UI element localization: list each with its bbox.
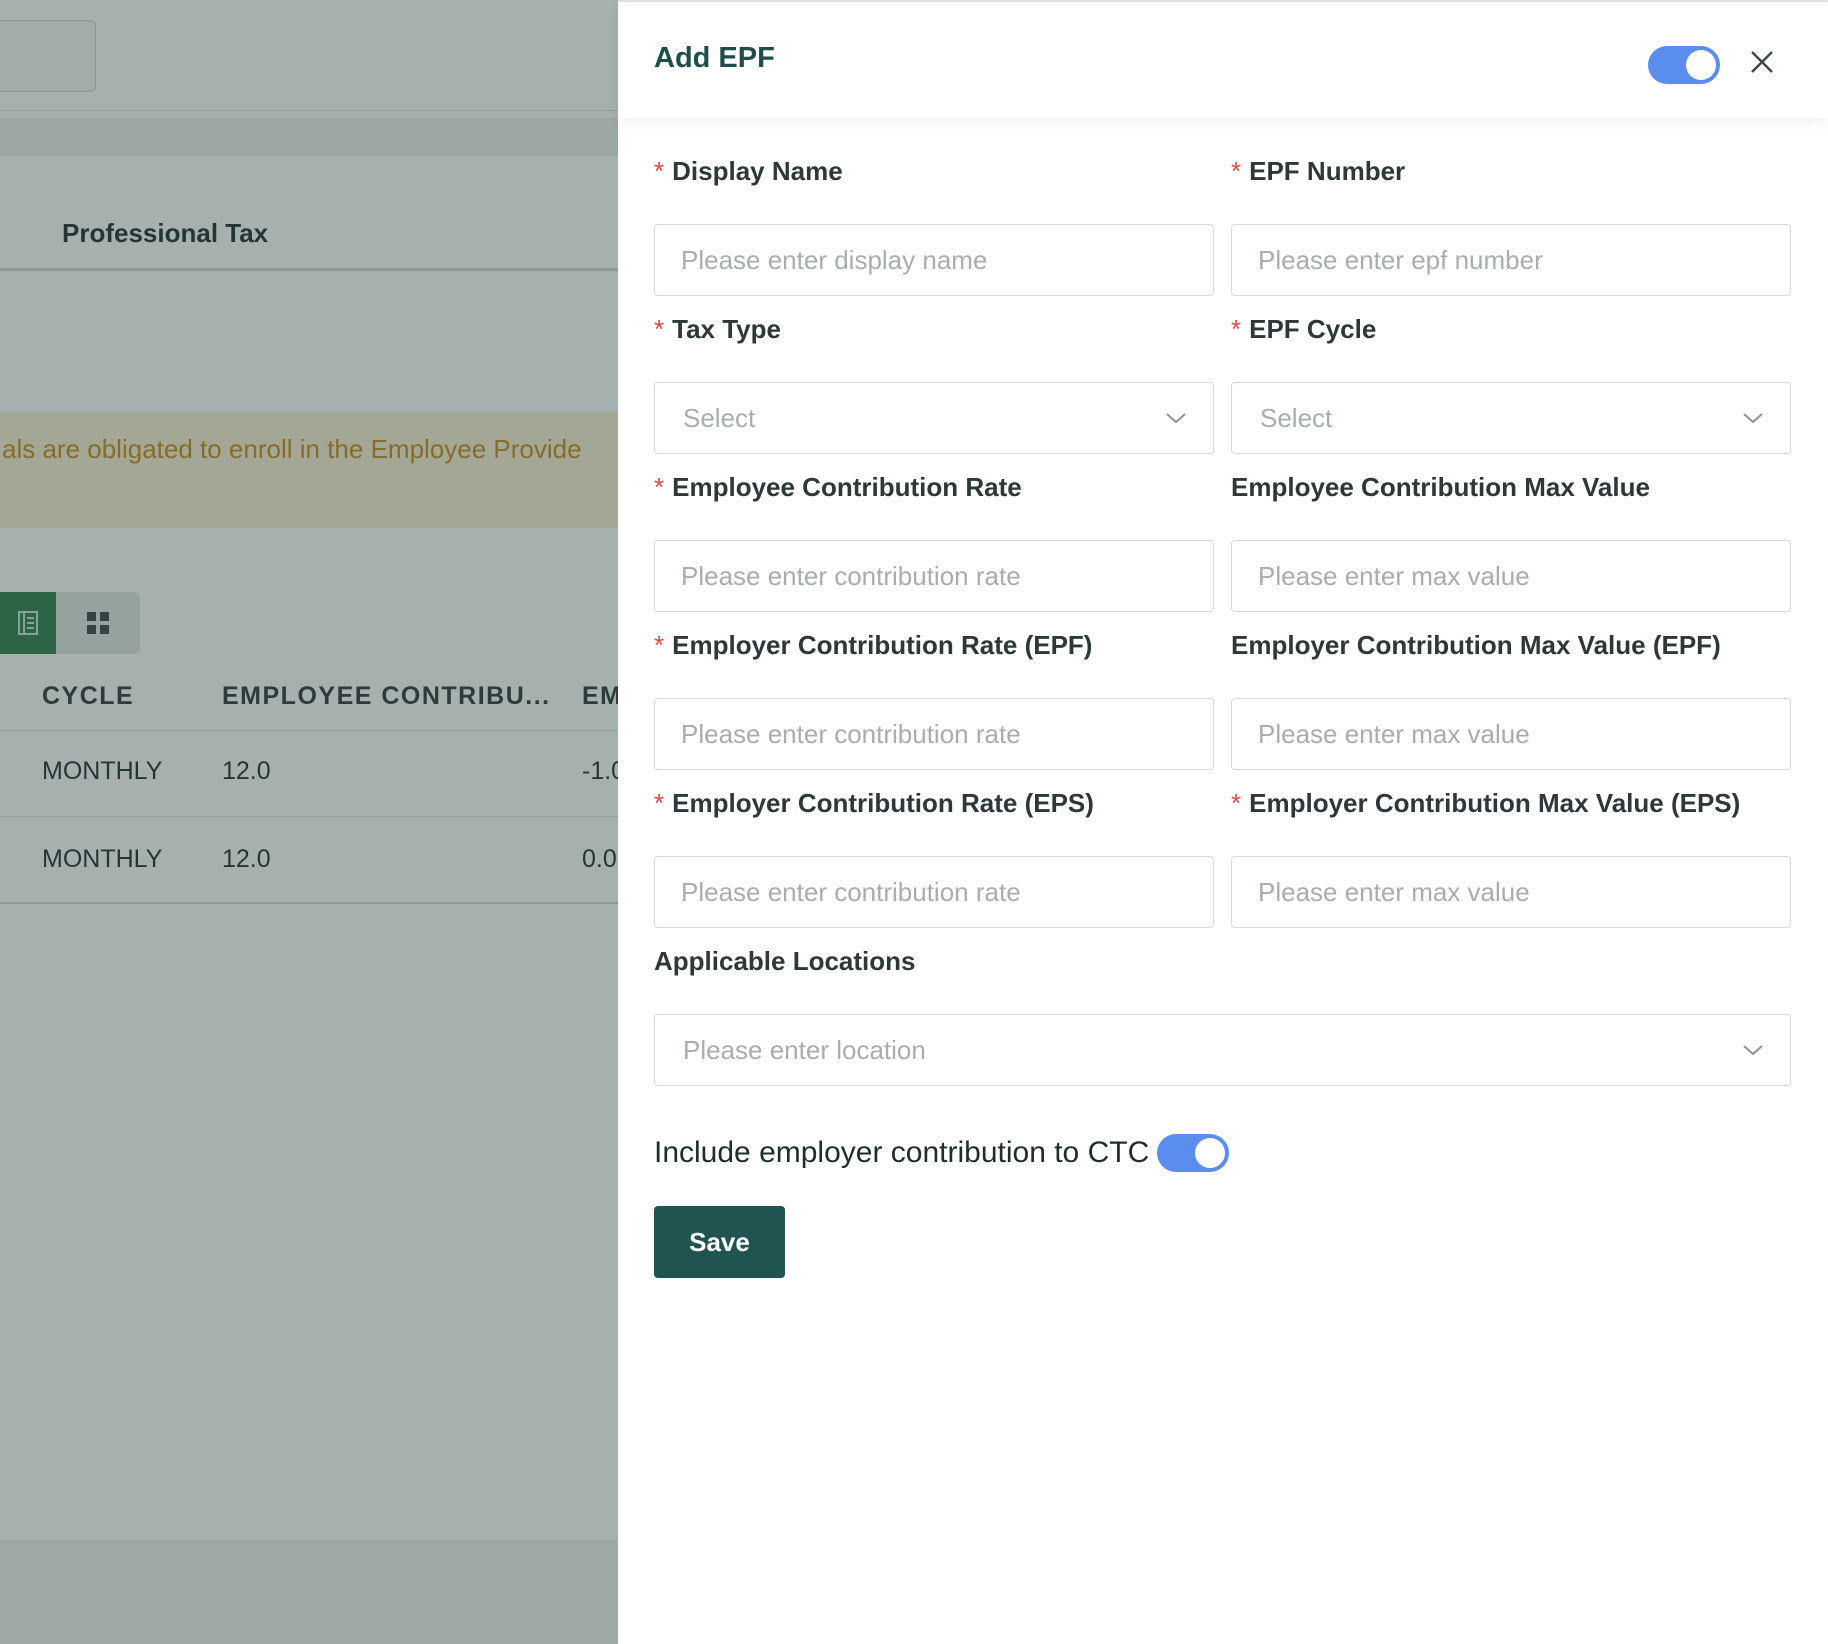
employer-contribution-rate-epf-label: * Employer Contribution Rate (EPF): [654, 630, 1093, 660]
drawer-header: Add EPF: [618, 2, 1828, 118]
employer-contribution-max-epf-wrapper: [1231, 698, 1791, 770]
epf-number-input[interactable]: [1258, 244, 1764, 276]
employee-contribution-rate-field: * Employee Contribution Rate: [654, 472, 1214, 612]
display-name-input-wrapper: [654, 224, 1214, 296]
required-mark: *: [654, 630, 665, 660]
employer-contribution-rate-eps-label: * Employer Contribution Rate (EPS): [654, 788, 1094, 818]
close-button[interactable]: [1742, 42, 1782, 82]
employee-contribution-max-input[interactable]: [1258, 560, 1764, 592]
applicable-locations-field: Applicable Locations Please enter locati…: [654, 946, 1791, 1086]
required-mark: *: [654, 472, 665, 502]
employer-contribution-max-epf-field: Employer Contribution Max Value (EPF): [1231, 630, 1791, 770]
employer-contribution-max-epf-label: Employer Contribution Max Value (EPF): [1231, 630, 1721, 660]
employer-contribution-max-eps-wrapper: [1231, 856, 1791, 928]
epf-cycle-field: * EPF Cycle Select: [1231, 314, 1791, 454]
tax-type-select[interactable]: Select: [654, 382, 1214, 454]
applicable-locations-placeholder: Please enter location: [683, 1034, 926, 1065]
required-mark: *: [654, 156, 665, 186]
employer-contribution-rate-eps-wrapper: [654, 856, 1214, 928]
close-icon: [1751, 51, 1773, 73]
employer-contribution-rate-eps-field: * Employer Contribution Rate (EPS): [654, 788, 1214, 928]
ctc-toggle[interactable]: [1157, 1134, 1230, 1172]
employer-contribution-max-eps-label: * Employer Contribution Max Value (EPS): [1231, 788, 1741, 818]
tax-type-label: * Tax Type: [654, 314, 781, 344]
employee-contribution-rate-wrapper: [654, 540, 1214, 612]
employee-contribution-max-wrapper: [1231, 540, 1791, 612]
tax-type-field: * Tax Type Select: [654, 314, 1214, 454]
epf-cycle-value: Select: [1260, 402, 1333, 433]
employer-contribution-max-eps-field: * Employer Contribution Max Value (EPS): [1231, 788, 1791, 928]
chevron-down-icon: [1166, 413, 1186, 424]
drawer-title: Add EPF: [654, 42, 775, 74]
employee-contribution-rate-input[interactable]: [681, 560, 1187, 592]
employer-contribution-rate-epf-field: * Employer Contribution Rate (EPF): [654, 630, 1214, 770]
employer-contribution-max-epf-input[interactable]: [1258, 718, 1764, 750]
applicable-locations-select[interactable]: Please enter location: [654, 1014, 1791, 1086]
employer-contribution-max-eps-input[interactable]: [1258, 876, 1764, 908]
required-mark: *: [1231, 156, 1242, 186]
employee-contribution-max-label: Employee Contribution Max Value: [1231, 472, 1650, 502]
ctc-label: Include employer contribution to CTC: [654, 1136, 1150, 1169]
employer-contribution-rate-epf-input[interactable]: [681, 718, 1187, 750]
add-epf-drawer: Add EPF *Display Name *EPF Number *Tax T…: [618, 0, 1828, 1644]
employer-contribution-rate-eps-input[interactable]: [681, 876, 1187, 908]
employer-contribution-rate-epf-wrapper: [654, 698, 1214, 770]
ctc-row: Include employer contribution to CTC: [654, 1134, 1230, 1172]
display-name-field: * Display Name: [654, 156, 1214, 296]
epf-number-label: * EPF Number: [1231, 156, 1406, 186]
required-mark: *: [654, 314, 665, 344]
employee-contribution-rate-label: * Employee Contribution Rate: [654, 472, 1022, 502]
epf-number-input-wrapper: [1231, 224, 1791, 296]
save-button[interactable]: Save: [654, 1206, 785, 1278]
epf-cycle-select[interactable]: Select: [1231, 382, 1791, 454]
display-name-input[interactable]: [681, 244, 1187, 276]
required-mark: *: [654, 788, 665, 818]
required-mark: *: [1231, 314, 1242, 344]
toggle-knob: [1195, 1138, 1226, 1168]
chevron-down-icon: [1743, 413, 1763, 424]
chevron-down-icon: [1743, 1045, 1763, 1056]
required-mark: *: [1231, 788, 1242, 818]
tax-type-value: Select: [683, 402, 756, 433]
active-toggle[interactable]: [1648, 46, 1720, 84]
epf-number-field: * EPF Number: [1231, 156, 1791, 296]
display-name-label: * Display Name: [654, 156, 843, 186]
epf-cycle-label: * EPF Cycle: [1231, 314, 1377, 344]
employee-contribution-max-field: Employee Contribution Max Value: [1231, 472, 1791, 612]
applicable-locations-label: Applicable Locations: [654, 946, 916, 976]
modal-overlay[interactable]: [0, 0, 618, 1644]
toggle-knob: [1686, 50, 1716, 80]
